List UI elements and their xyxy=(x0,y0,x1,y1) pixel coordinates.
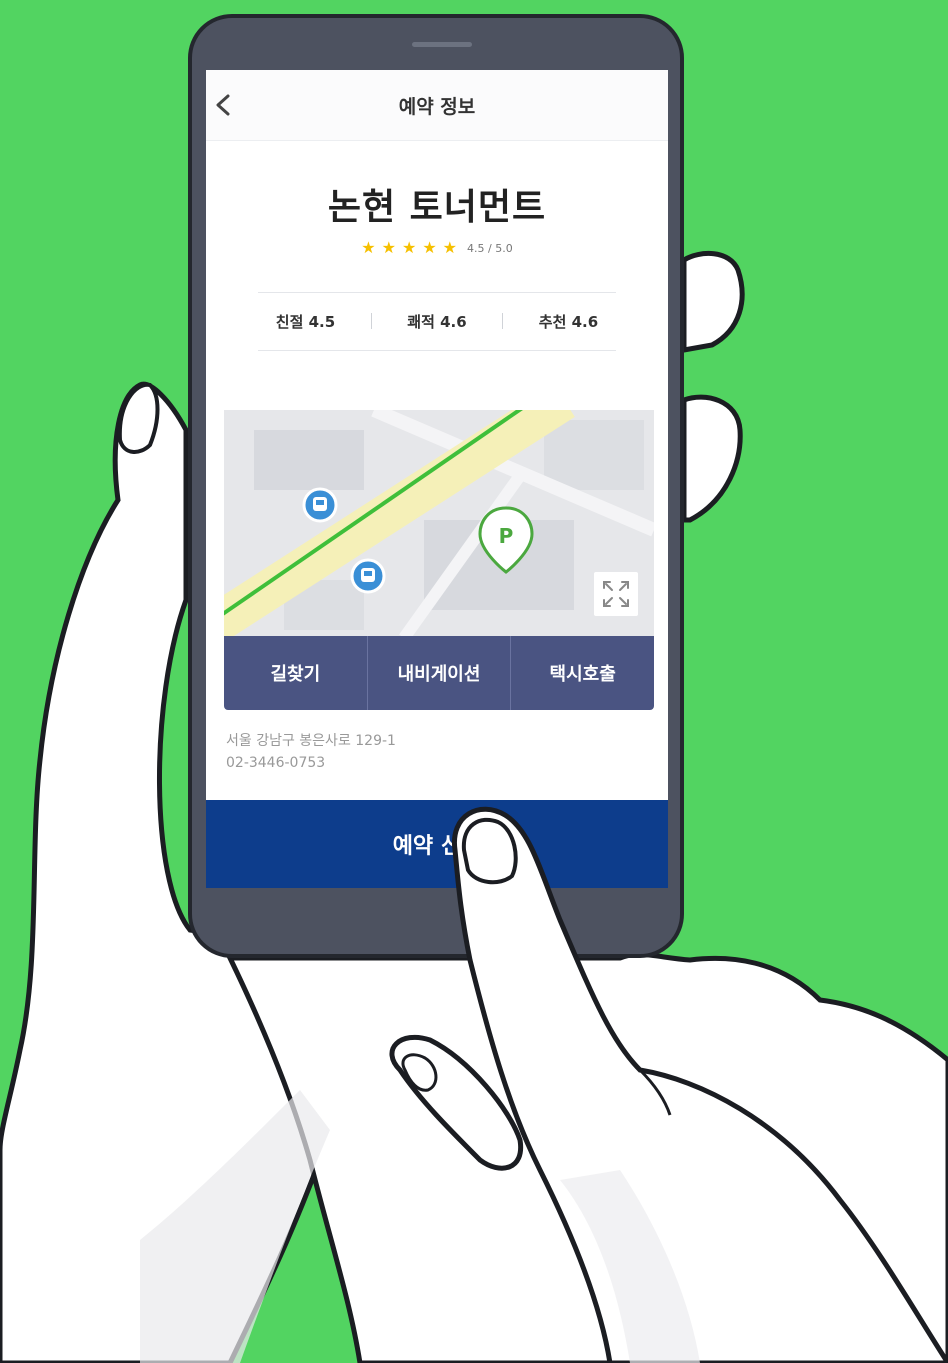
star-icon: ★ xyxy=(401,238,417,257)
rating-score: 4.5 / 5.0 xyxy=(467,241,513,255)
left-thumb-nail xyxy=(117,382,160,454)
right-finger-top xyxy=(681,250,745,353)
metric-divider xyxy=(502,313,504,329)
map-action-bar: 길찾기 내비게이션 택시호출 xyxy=(224,636,654,710)
directions-button[interactable]: 길찾기 xyxy=(224,636,367,710)
reserve-button[interactable]: 예약 신청 xyxy=(206,800,668,888)
phone-number[interactable]: 02-3446-0753 xyxy=(226,752,396,774)
address-line: 서울 강남구 봉은사로 129-1 xyxy=(226,733,396,749)
star-icon: ★ xyxy=(442,238,458,257)
metric-recommend: 추천 4.6 xyxy=(538,312,599,331)
map-view[interactable]: P xyxy=(224,410,654,638)
expand-icon xyxy=(603,581,629,607)
svg-text:P: P xyxy=(499,524,514,548)
subway-icon xyxy=(302,487,338,523)
address-block: 서울 강남구 봉은사로 129-1 02-3446-0753 xyxy=(226,730,396,774)
map-expand-button[interactable] xyxy=(594,572,638,616)
app-header: 예약 정보 xyxy=(206,70,668,141)
phone-screen: 예약 정보 논현 토너먼트 ★ ★ ★ ★ ★ 4.5 / 5.0 친절 4.5… xyxy=(206,70,668,888)
taxi-call-button[interactable]: 택시호출 xyxy=(511,636,654,710)
page-title: 예약 정보 xyxy=(398,96,476,118)
place-name: 논현 토너먼트 xyxy=(327,187,547,228)
metric-divider xyxy=(370,313,372,329)
phone-device: 예약 정보 논현 토너먼트 ★ ★ ★ ★ ★ 4.5 / 5.0 친절 4.5… xyxy=(188,14,684,958)
rating-row: ★ ★ ★ ★ ★ 4.5 / 5.0 xyxy=(206,240,668,256)
subway-icon xyxy=(350,558,386,594)
divider xyxy=(258,350,616,351)
right-finger-mid xyxy=(681,394,743,523)
lower-palm xyxy=(226,952,948,1363)
metric-cleanliness: 쾌적 4.6 xyxy=(407,312,467,331)
rating-metrics: 친절 4.5 쾌적 4.6 추천 4.6 xyxy=(258,306,616,336)
metric-kindness: 친절 4.5 xyxy=(275,312,336,331)
star-icon: ★ xyxy=(361,238,376,257)
navigation-button[interactable]: 내비게이션 xyxy=(368,636,511,710)
star-icon: ★ xyxy=(381,238,396,257)
phone-speaker xyxy=(412,42,472,47)
star-icon: ★ xyxy=(422,238,437,257)
map-canvas: P xyxy=(224,410,654,638)
divider xyxy=(258,292,616,293)
illustration-scene: 예약 정보 논현 토너먼트 ★ ★ ★ ★ ★ 4.5 / 5.0 친절 4.5… xyxy=(0,0,948,1363)
